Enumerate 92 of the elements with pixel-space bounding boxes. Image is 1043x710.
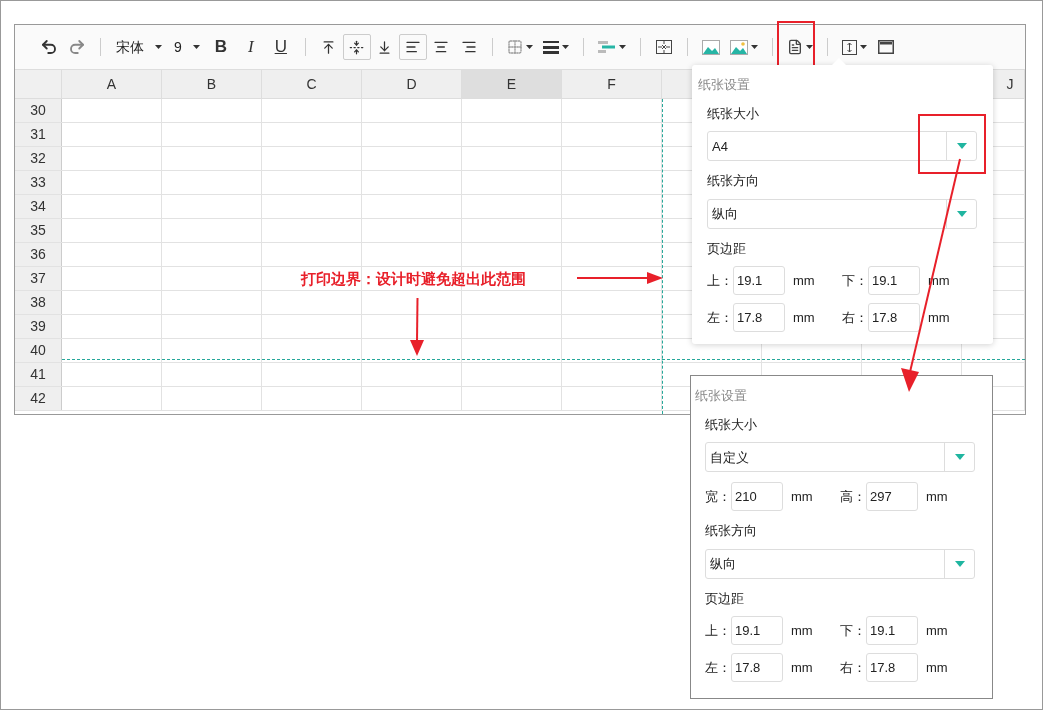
text-style-button[interactable]: U xyxy=(265,34,296,60)
dropdown-select[interactable]: 自定义 xyxy=(705,442,975,473)
image-icon xyxy=(729,39,748,55)
section-label: 页边距 xyxy=(705,589,745,608)
caret-icon xyxy=(956,210,967,217)
row-header[interactable]: 32 xyxy=(15,147,62,170)
image-icon xyxy=(701,39,720,55)
line-weight-icon xyxy=(542,40,559,54)
field-label: 宽： xyxy=(705,488,731,506)
dropdown-select[interactable]: 纵向 xyxy=(705,548,975,579)
number-field[interactable]: 19.1 xyxy=(733,266,785,296)
horizontal-align-button[interactable] xyxy=(398,34,427,60)
unit-label: mm xyxy=(793,309,815,327)
document-icon xyxy=(786,39,803,55)
align-left-icon xyxy=(404,39,421,55)
field-label: 左： xyxy=(705,659,731,677)
row-header[interactable]: 37 xyxy=(15,267,62,290)
number-field[interactable]: 19.1 xyxy=(731,616,783,646)
section-label: 纸张大小 xyxy=(707,104,760,123)
caret-icon xyxy=(805,45,813,49)
align-middle-icon xyxy=(349,39,365,55)
caret-icon xyxy=(618,45,626,49)
field-label: 高： xyxy=(840,488,866,506)
column-header[interactable]: E xyxy=(462,70,562,98)
row-header[interactable]: 41 xyxy=(15,363,62,386)
row-header[interactable]: 40 xyxy=(15,339,62,362)
caret-icon xyxy=(954,560,965,567)
unit-label: mm xyxy=(791,659,813,677)
redo-icon xyxy=(68,38,86,56)
section-label: 纸张方向 xyxy=(707,172,760,191)
row-header[interactable]: 38 xyxy=(15,291,62,314)
dropdown-select[interactable]: 纵向 xyxy=(707,198,977,229)
bar-icon xyxy=(597,41,616,53)
field-label: 上： xyxy=(707,272,733,290)
number-field[interactable]: 19.1 xyxy=(866,616,918,646)
unit-label: mm xyxy=(791,488,813,506)
number-field[interactable]: 17.8 xyxy=(731,653,783,683)
field-label: 左： xyxy=(707,309,733,327)
unit-label: mm xyxy=(928,309,950,327)
text-style-button[interactable]: I xyxy=(235,34,266,60)
number-field[interactable]: 17.8 xyxy=(866,653,918,683)
caret-icon xyxy=(954,454,965,461)
caret-icon xyxy=(192,45,200,49)
unit-label: mm xyxy=(926,488,948,506)
section-label: 纸张大小 xyxy=(705,415,758,434)
field-label: 右： xyxy=(842,309,868,327)
number-field[interactable]: 17.8 xyxy=(733,303,785,333)
number-field[interactable]: 297 xyxy=(866,482,918,512)
row-header[interactable]: 42 xyxy=(15,387,62,410)
font-dropdown[interactable]: 宋体 xyxy=(110,34,168,60)
arrow-icon xyxy=(577,272,663,284)
row-header[interactable]: 35 xyxy=(15,219,62,242)
caret-icon xyxy=(525,45,533,49)
row-header[interactable]: 36 xyxy=(15,243,62,266)
dropdown-select[interactable]: A4 xyxy=(707,131,977,162)
caret-icon xyxy=(561,45,569,49)
font-size-dropdown[interactable]: 9 xyxy=(168,34,206,60)
merge-cells-icon xyxy=(655,40,672,54)
field-label: 上： xyxy=(705,622,731,640)
section-label: 纸张方向 xyxy=(705,522,758,541)
unit-label: mm xyxy=(793,272,815,290)
border-icon xyxy=(506,39,523,55)
caret-icon xyxy=(750,45,758,49)
text-style-button[interactable]: B xyxy=(205,34,236,60)
annotation-text: 打印边界：设计时避免超出此范围 xyxy=(301,270,526,289)
align-right-icon xyxy=(460,39,477,55)
number-field[interactable]: 19.1 xyxy=(868,266,920,296)
unit-label: mm xyxy=(791,622,813,640)
panel-title: 纸张设置 xyxy=(695,388,748,405)
caret-icon xyxy=(859,45,867,49)
unit-label: mm xyxy=(926,659,948,677)
unit-label: mm xyxy=(926,622,948,640)
frame-icon xyxy=(877,40,894,54)
caret-icon xyxy=(155,45,162,49)
row-height-icon xyxy=(841,39,857,55)
vertical-align-button[interactable] xyxy=(342,34,371,60)
number-field[interactable]: 210 xyxy=(731,482,783,512)
row-header[interactable]: 39 xyxy=(15,315,62,338)
field-label: 右： xyxy=(840,659,866,677)
row-header[interactable]: 33 xyxy=(15,171,62,194)
arrow-icon xyxy=(410,298,424,356)
align-center-icon xyxy=(432,39,449,55)
section-label: 页边距 xyxy=(707,239,747,258)
panel-title: 纸张设置 xyxy=(698,77,751,94)
number-field[interactable]: 17.8 xyxy=(868,303,920,333)
field-label: 下： xyxy=(840,622,866,640)
row-header[interactable]: 34 xyxy=(15,195,62,218)
row-header[interactable]: 31 xyxy=(15,123,62,146)
undo-icon xyxy=(40,38,58,56)
row-header[interactable]: 30 xyxy=(15,99,62,122)
caret-icon xyxy=(956,143,967,150)
field-label: 下： xyxy=(842,272,868,290)
